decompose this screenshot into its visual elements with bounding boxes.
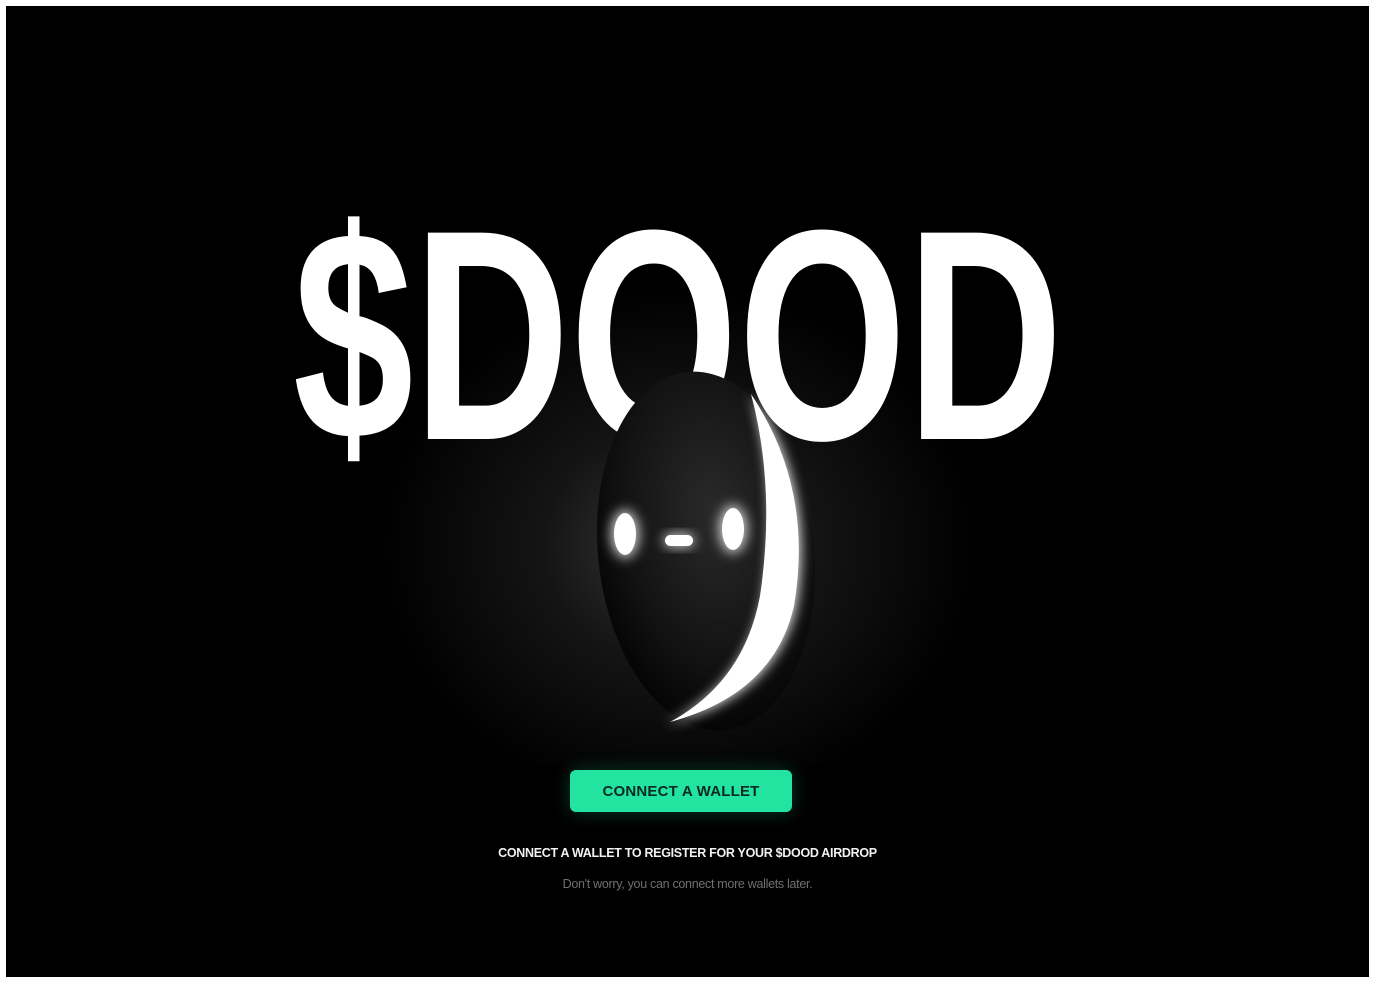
hero-logo: $DOOD [6, 6, 1369, 766]
register-subtext: Don't worry, you can connect more wallet… [562, 877, 813, 891]
connect-wallet-button[interactable]: CONNECT A WALLET [570, 770, 792, 812]
page-frame: $DOOD CONNECT A WALLET [6, 6, 1369, 977]
logo-graphic: $DOOD [293, 167, 1063, 766]
register-heading: CONNECT A WALLET TO REGISTER FOR YOUR $D… [498, 846, 877, 860]
